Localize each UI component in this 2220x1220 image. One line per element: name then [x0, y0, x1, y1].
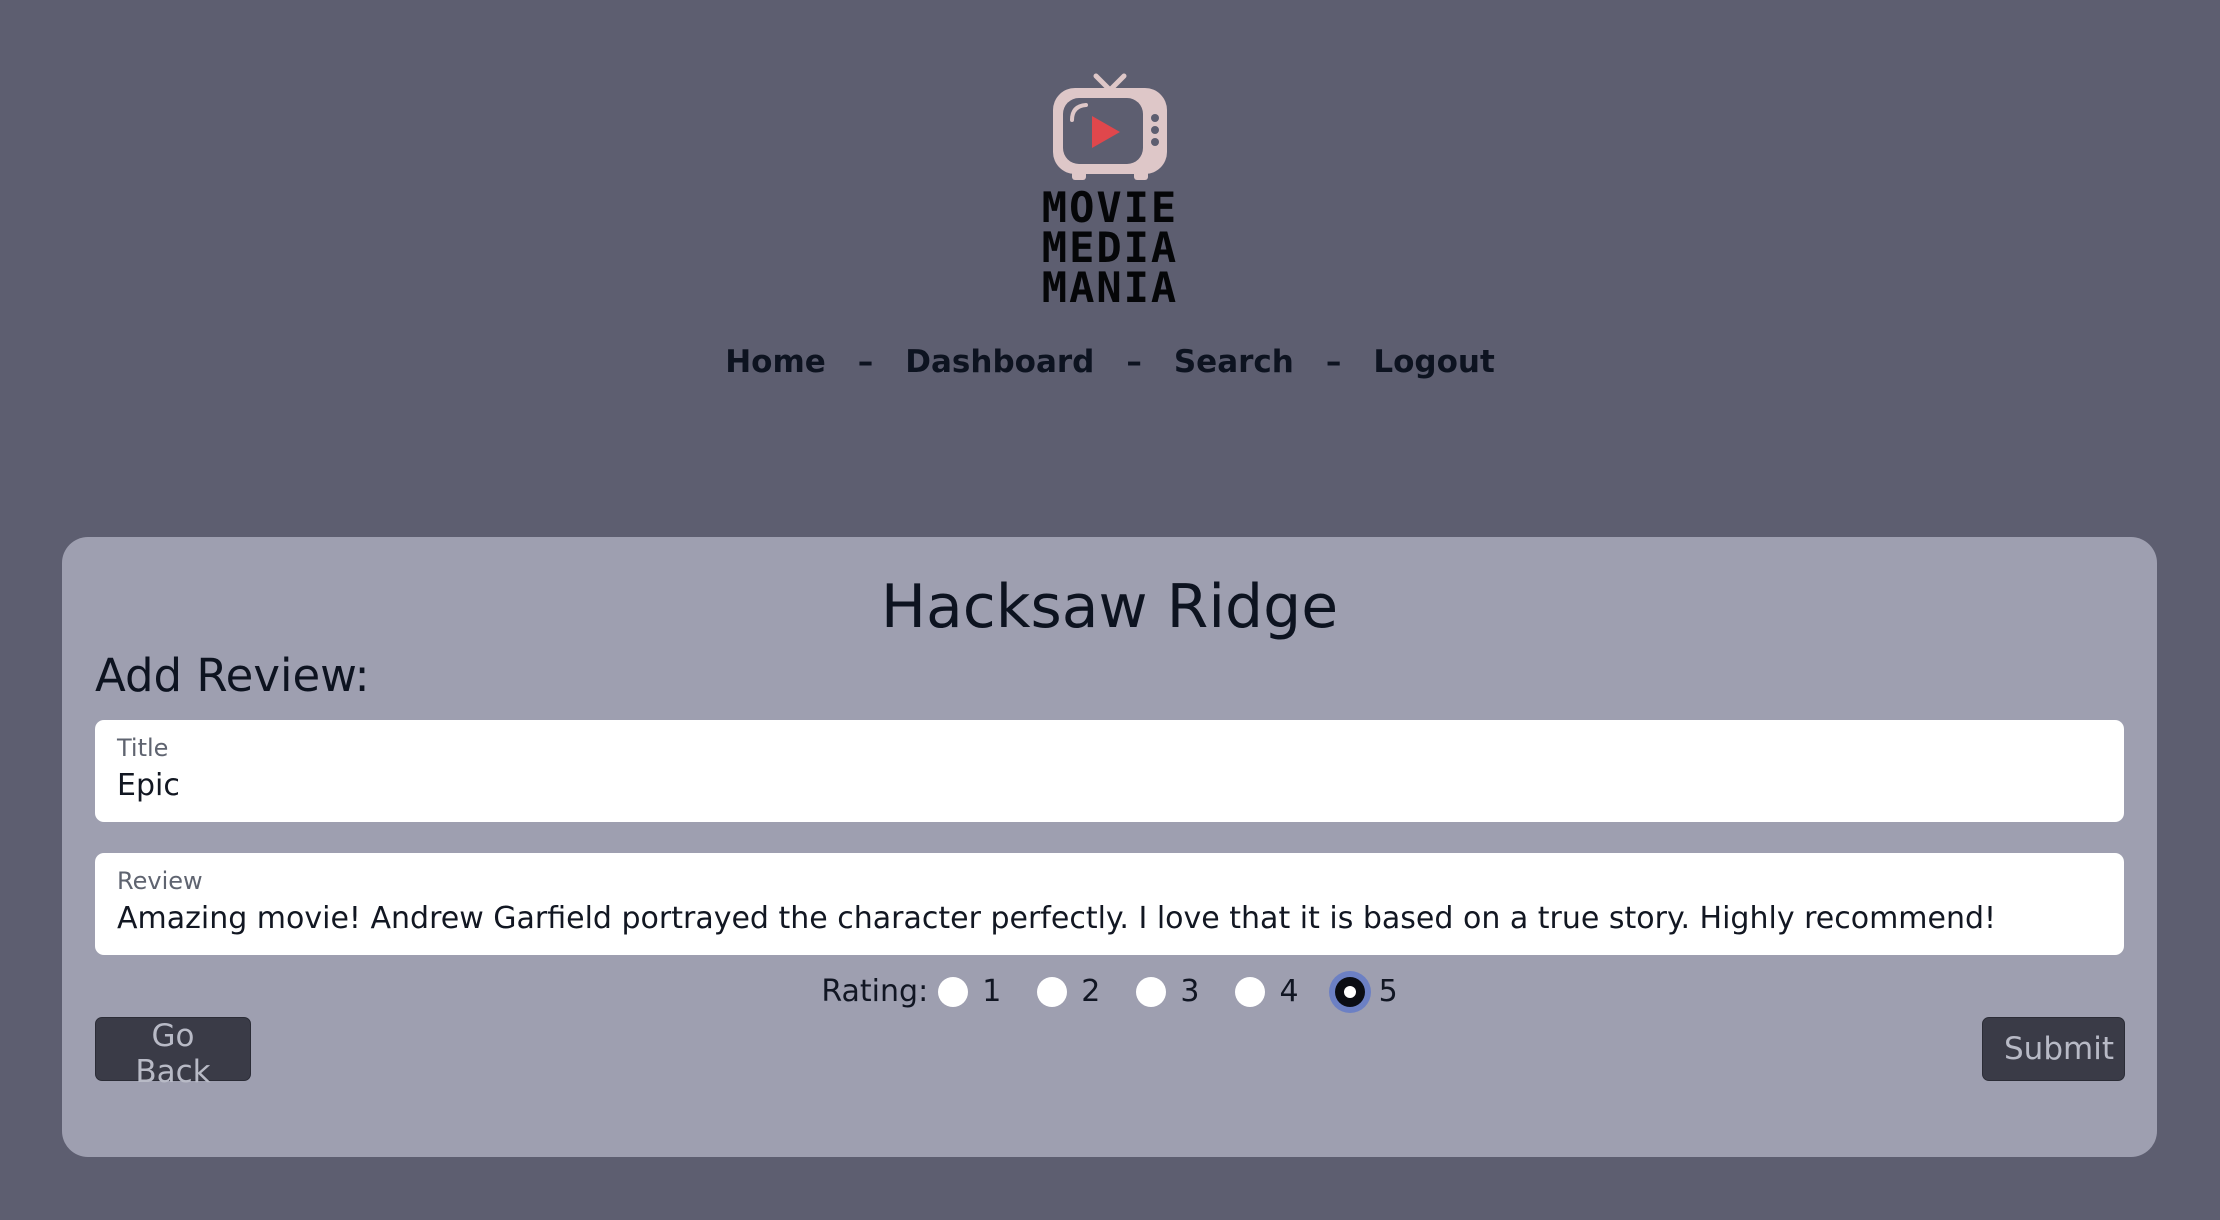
rating-label: Rating: — [821, 974, 929, 1009]
nav-separator: – — [1325, 344, 1342, 380]
nav-home-link[interactable]: Home — [725, 344, 826, 380]
nav-logout-link[interactable]: Logout — [1373, 344, 1494, 380]
rating-radio-3[interactable] — [1136, 976, 1167, 1007]
rating-radio-4[interactable] — [1235, 976, 1266, 1007]
rating-option-label: 5 — [1378, 974, 1398, 1009]
title-input[interactable]: Epic — [117, 768, 2102, 804]
main-nav: Home – Dashboard – Search – Logout — [0, 344, 2220, 380]
rating-radio-5[interactable] — [1334, 976, 1365, 1007]
rating-option-label: 3 — [1180, 974, 1200, 1009]
rating-option-3[interactable]: 3 — [1136, 974, 1199, 1009]
logo-line-3: MANIA — [1041, 263, 1179, 312]
review-input[interactable]: Amazing movie! Andrew Garfield portrayed… — [117, 901, 2102, 937]
rating-option-label: 4 — [1279, 974, 1299, 1009]
nav-search-link[interactable]: Search — [1174, 344, 1294, 380]
rating-option-label: 2 — [1081, 974, 1101, 1009]
rating-group: Rating: 1 2 3 4 5 — [62, 974, 2157, 1009]
movie-title: Hacksaw Ridge — [880, 572, 1339, 642]
rating-option-2[interactable]: 2 — [1037, 974, 1100, 1009]
rating-radio-1[interactable] — [938, 976, 969, 1007]
submit-button[interactable]: Submit — [1982, 1017, 2125, 1081]
nav-separator: – — [1126, 344, 1142, 380]
rating-option-4[interactable]: 4 — [1235, 974, 1299, 1009]
rating-radio-2[interactable] — [1037, 976, 1068, 1007]
add-review-heading: Add Review: — [95, 649, 370, 702]
review-field-label: Review — [117, 867, 203, 895]
nav-dashboard-link[interactable]: Dashboard — [905, 344, 1094, 380]
title-field[interactable]: Title Epic — [95, 720, 2124, 822]
nav-separator: – — [857, 344, 874, 380]
rating-option-1[interactable]: 1 — [938, 974, 1001, 1009]
logo-line-2: MEDIA — [1041, 223, 1179, 272]
review-field[interactable]: Review Amazing movie! Andrew Garfield po… — [95, 853, 2124, 955]
logo-line-1: MOVIE — [1041, 183, 1179, 232]
go-back-button[interactable]: Go Back — [95, 1017, 251, 1090]
site-logo[interactable]: MOVIE MEDIA MANIA — [1030, 72, 1190, 312]
logo-wordmark: MOVIE MEDIA MANIA — [1025, 183, 1195, 312]
rating-option-5[interactable]: 5 — [1334, 974, 1398, 1009]
title-field-label: Title — [117, 734, 169, 762]
rating-option-label: 1 — [982, 974, 1002, 1009]
tv-play-icon — [1053, 73, 1167, 180]
review-card: Hacksaw Ridge Add Review: Title Epic Rev… — [62, 537, 2157, 1157]
